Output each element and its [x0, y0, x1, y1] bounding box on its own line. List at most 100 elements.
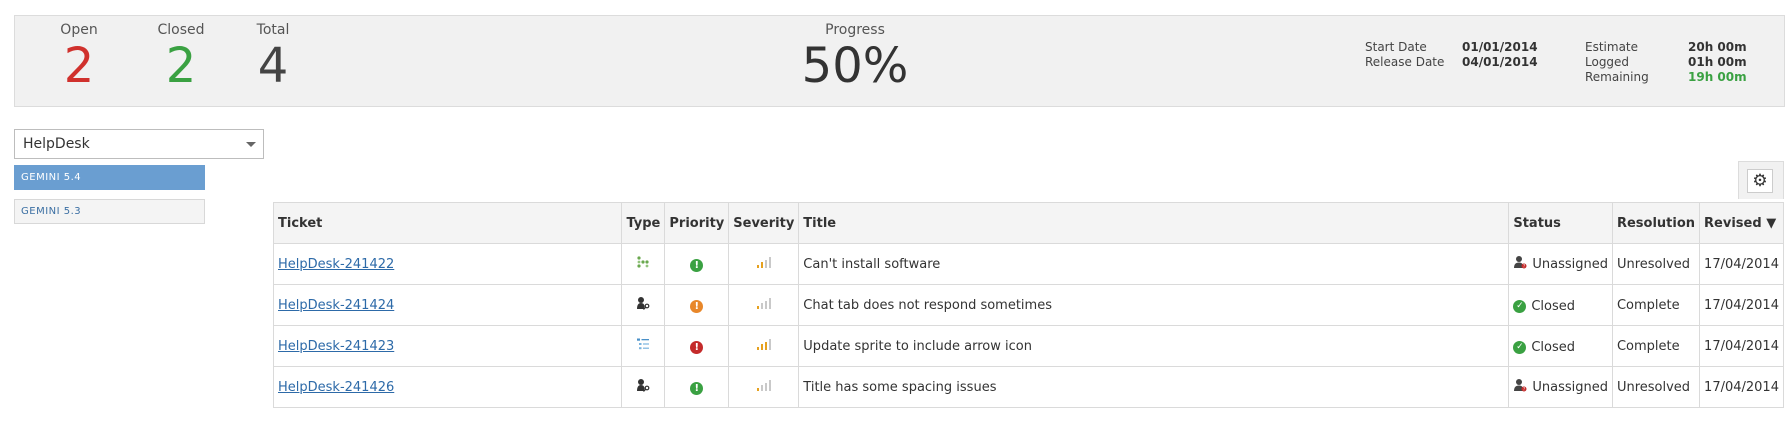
status-text: Unassigned	[1532, 256, 1608, 272]
hierarchy-icon	[636, 256, 650, 273]
column-header-revised[interactable]: Revised ▼	[1699, 202, 1784, 244]
resolution-cell: Unresolved	[1611, 243, 1701, 285]
list-icon	[636, 338, 650, 355]
total-count[interactable]: 4	[245, 38, 301, 94]
revised-cell: 17/04/2014	[1699, 325, 1784, 367]
column-header-severity[interactable]: Severity	[728, 202, 800, 244]
project-select[interactable]: HelpDesk	[14, 129, 264, 159]
start-date-label: Start Date	[1365, 40, 1427, 54]
type-cell	[621, 243, 666, 285]
severity-cell	[728, 243, 800, 285]
resolution-cell: Complete	[1611, 325, 1701, 367]
closed-count[interactable]: 2	[141, 38, 221, 94]
table-row[interactable]: HelpDesk-241422! Can't install software? U…	[272, 243, 1784, 285]
estimate-value: 20h 00m	[1688, 40, 1747, 54]
status-cell: ? Unassigned	[1508, 243, 1613, 285]
logged-value: 01h 00m	[1688, 55, 1747, 69]
status-text: Closed	[1531, 298, 1576, 314]
dates-block: Start Date 01/01/2014 Release Date 04/01/2…	[1365, 40, 1538, 70]
table-row[interactable]: HelpDesk-241426! Title has some spacing i…	[272, 366, 1784, 408]
version-item-gemini-5-4[interactable]: GEMINI 5.4	[14, 165, 205, 190]
remaining-label: Remaining	[1585, 70, 1649, 84]
ticket-link[interactable]: HelpDesk-241422	[278, 257, 394, 272]
severity-bars-icon	[756, 298, 771, 309]
severity-cell	[728, 284, 800, 326]
resolution-cell: Unresolved	[1611, 366, 1701, 408]
resolution-cell: Complete	[1611, 284, 1701, 326]
type-cell	[621, 284, 666, 326]
summary-panel: Open 2 Closed 2 Total 4 Progress 50% Sta…	[14, 15, 1785, 107]
priority-cell: !	[664, 243, 730, 285]
unassigned-user-icon: ?	[1513, 378, 1527, 396]
severity-cell	[728, 366, 800, 408]
ticket-link[interactable]: HelpDesk-241424	[278, 298, 394, 313]
status-cell: ? Unassigned	[1508, 366, 1613, 408]
type-cell	[621, 366, 666, 408]
ticket-link[interactable]: HelpDesk-241426	[278, 380, 394, 395]
check-circle-icon: ✓	[1513, 299, 1527, 313]
progress-value: 50%	[801, 38, 909, 94]
revised-cell: 17/04/2014	[1699, 366, 1784, 408]
estimate-label: Estimate	[1585, 40, 1639, 54]
remaining-value: 19h 00m	[1688, 70, 1747, 84]
version-item-gemini-5-3[interactable]: GEMINI 5.3	[14, 199, 205, 224]
title-cell[interactable]: Can't install software	[798, 243, 1510, 285]
column-header-type[interactable]: Type	[621, 202, 666, 244]
start-date-value: 01/01/2014	[1462, 40, 1538, 54]
tickets-table: Ticket Type Priority Severity Title Stat…	[272, 202, 1784, 408]
release-date-value: 04/01/2014	[1462, 55, 1538, 69]
open-stat: Open 2	[43, 22, 115, 94]
priority-cell: !	[664, 325, 730, 367]
revised-cell: 17/04/2014	[1699, 243, 1784, 285]
priority-orange-icon: !	[690, 299, 704, 313]
release-date-label: Release Date	[1365, 55, 1445, 69]
logged-label: Logged	[1585, 55, 1630, 69]
settings-tab: ⚙	[1738, 161, 1784, 199]
user-key-icon	[636, 379, 650, 396]
ticket-cell: HelpDesk-241423	[272, 325, 623, 367]
project-select-value: HelpDesk	[23, 136, 90, 152]
user-key-icon	[636, 297, 650, 314]
ticket-cell: HelpDesk-241424	[272, 284, 623, 326]
gear-icon[interactable]: ⚙	[1747, 169, 1773, 193]
priority-cell: !	[664, 284, 730, 326]
progress-label: Progress	[825, 22, 885, 38]
open-count[interactable]: 2	[43, 38, 115, 94]
ticket-link[interactable]: HelpDesk-241423	[278, 339, 394, 354]
severity-bars-icon	[756, 339, 771, 350]
ticket-cell: HelpDesk-241426	[272, 366, 623, 408]
revised-cell: 17/04/2014	[1699, 284, 1784, 326]
svg-text:?: ?	[1523, 264, 1525, 269]
severity-bars-icon	[756, 257, 771, 268]
priority-cell: !	[664, 366, 730, 408]
status-text: Closed	[1531, 339, 1576, 355]
title-cell[interactable]: Update sprite to include arrow icon	[798, 325, 1510, 367]
total-stat: Total 4	[245, 22, 301, 94]
column-header-priority[interactable]: Priority	[664, 202, 730, 244]
time-block: Estimate 20h 00m Logged 01h 00m Remaining 1…	[1585, 40, 1747, 85]
total-label: Total	[256, 22, 290, 38]
status-text: Unassigned	[1532, 379, 1608, 395]
closed-label: Closed	[157, 22, 205, 38]
priority-green-icon: !	[690, 258, 704, 272]
priority-red-icon: !	[690, 340, 704, 354]
column-header-ticket[interactable]: Ticket	[272, 202, 623, 244]
closed-stat: Closed 2	[141, 22, 221, 94]
column-header-resolution[interactable]: Resolution	[1611, 202, 1701, 244]
table-row[interactable]: HelpDesk-241424! Chat tab does not respon…	[272, 284, 1784, 326]
severity-cell	[728, 325, 800, 367]
column-header-title[interactable]: Title	[798, 202, 1510, 244]
title-cell[interactable]: Chat tab does not respond sometimes	[798, 284, 1510, 326]
status-cell: ✓ Closed	[1508, 325, 1613, 367]
caret-down-icon	[246, 142, 256, 147]
title-cell[interactable]: Title has some spacing issues	[798, 366, 1510, 408]
column-header-status[interactable]: Status	[1508, 202, 1613, 244]
table-row[interactable]: HelpDesk-241423! Update sprite to include…	[272, 325, 1784, 367]
svg-text:?: ?	[1523, 387, 1525, 392]
severity-bars-icon	[756, 380, 771, 391]
table-header-row: Ticket Type Priority Severity Title Stat…	[272, 202, 1784, 244]
type-cell	[621, 325, 666, 367]
ticket-cell: HelpDesk-241422	[272, 243, 623, 285]
open-label: Open	[60, 22, 98, 38]
progress-stat: Progress 50%	[755, 22, 955, 94]
